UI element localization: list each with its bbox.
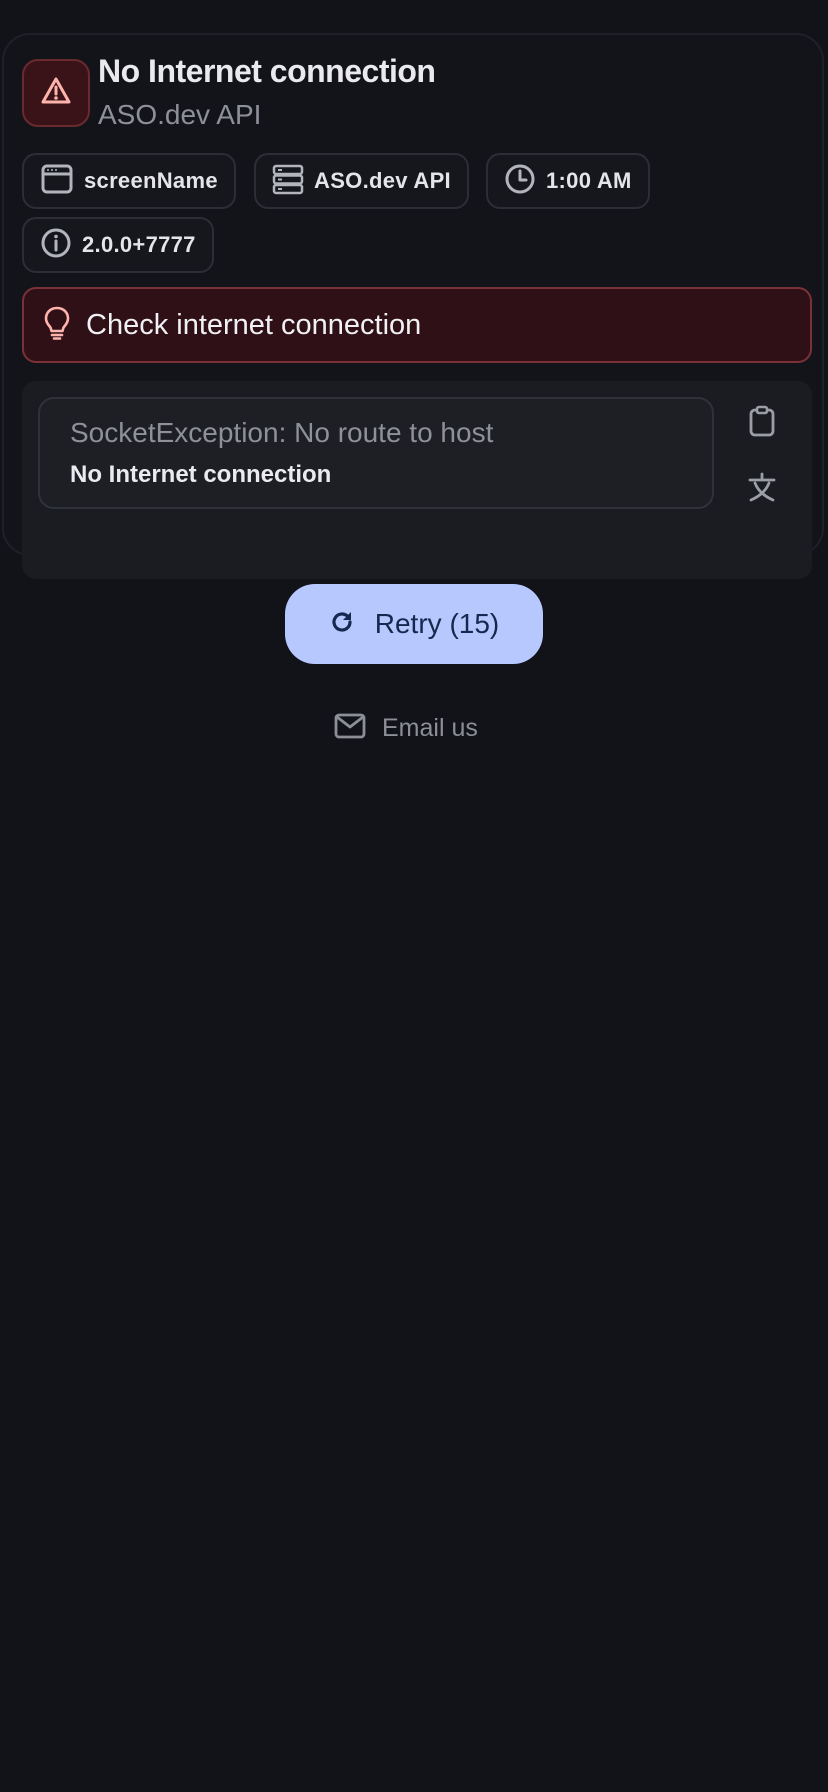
chip-label: 2.0.0+7777 xyxy=(82,232,196,257)
warning-triangle-icon xyxy=(40,76,72,111)
clipboard-icon xyxy=(748,405,776,442)
server-icon xyxy=(272,163,304,200)
retry-button[interactable]: Retry (15) xyxy=(285,584,543,664)
chip-version: 2.0.0+7777 xyxy=(22,217,214,273)
hint-banner: Check internet connection xyxy=(22,287,812,363)
mail-icon xyxy=(334,713,366,744)
retry-label: Retry (15) xyxy=(374,608,500,639)
warning-badge xyxy=(22,59,90,127)
info-icon xyxy=(40,227,72,264)
error-details-panel: SocketException: No route to host No Int… xyxy=(22,381,812,579)
error-details-box[interactable]: SocketException: No route to host No Int… xyxy=(38,397,714,509)
chip-screen-name: screenName xyxy=(22,153,236,209)
email-label: Email us xyxy=(382,713,478,742)
chip-api: ASO.dev API xyxy=(254,153,469,209)
exception-message: No Internet connection xyxy=(70,461,332,488)
chip-time: 1:00 AM xyxy=(486,153,650,209)
exception-text: SocketException: No route to host xyxy=(70,417,494,448)
hint-label: Check internet connection xyxy=(86,308,422,341)
translate-icon xyxy=(747,472,777,507)
lightbulb-icon xyxy=(42,305,72,346)
translate-button[interactable] xyxy=(740,467,784,511)
error-title: No Internet connection xyxy=(98,53,436,89)
clock-icon xyxy=(504,163,536,200)
copy-button[interactable] xyxy=(740,401,784,445)
chip-label: ASO.dev API xyxy=(314,168,451,193)
chip-label: screenName xyxy=(84,168,218,193)
chip-label: 1:00 AM xyxy=(546,168,632,193)
error-card: No Internet connection ASO.dev API scree… xyxy=(2,33,824,579)
refresh-icon xyxy=(329,609,355,640)
error-source: ASO.dev API xyxy=(98,99,262,130)
window-icon xyxy=(40,162,74,201)
email-us-link[interactable]: Email us xyxy=(334,706,478,750)
